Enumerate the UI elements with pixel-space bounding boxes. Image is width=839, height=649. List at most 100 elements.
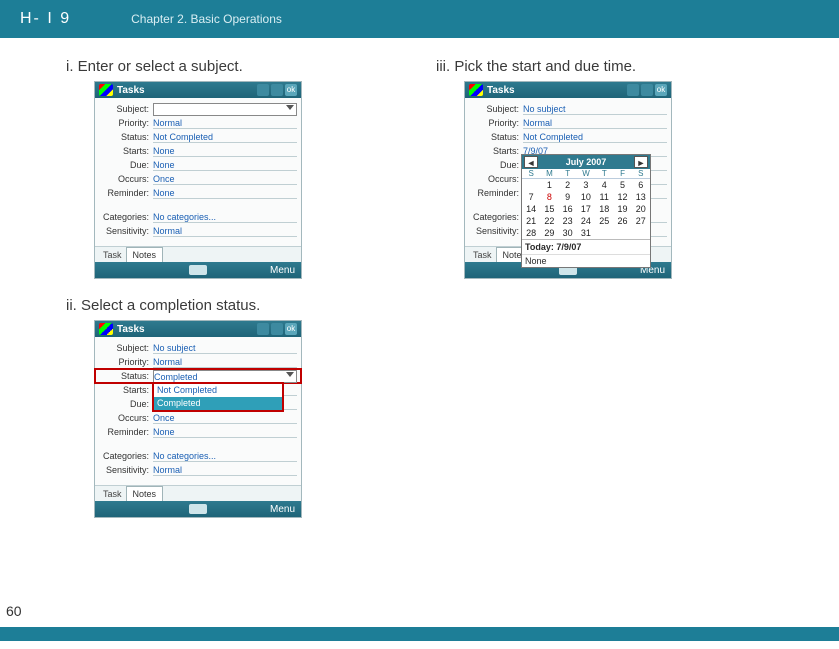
calendar-grid[interactable]: 123456 78910111213 14151617181920 212223… — [522, 179, 650, 239]
step-i: i. Enter or select a subject. Tasks ok S… — [66, 58, 368, 279]
app-title: Tasks — [117, 85, 257, 96]
calendar-none[interactable]: None — [522, 254, 650, 267]
occurs-value[interactable]: Once — [153, 173, 297, 185]
start-flag-icon[interactable] — [99, 323, 113, 335]
priority-value[interactable]: Normal — [153, 117, 297, 129]
keyboard-icon[interactable] — [189, 265, 207, 275]
tab-task[interactable]: Task — [99, 248, 126, 262]
sensitivity-label: Sensitivity: — [99, 465, 153, 475]
screenshot-ii: Tasks ok Subject:No subject Priority:Nor… — [94, 320, 302, 518]
ok-button[interactable]: ok — [285, 323, 297, 335]
app-title: Tasks — [487, 85, 627, 96]
sensitivity-value[interactable]: Normal — [153, 464, 297, 476]
status-dropdown-popup[interactable]: Not Completed Completed — [153, 383, 283, 411]
status-label: Status: — [99, 371, 153, 381]
product-logo: H- I 9 — [20, 10, 71, 28]
status-option-not-completed[interactable]: Not Completed — [154, 384, 282, 397]
footer-bar — [0, 627, 839, 641]
reminder-value[interactable]: None — [153, 187, 297, 199]
sensitivity-label: Sensitivity: — [469, 226, 523, 236]
chapter-title: Chapter 2. Basic Operations — [131, 12, 282, 26]
priority-value[interactable]: Normal — [523, 117, 667, 129]
signal-icon — [257, 84, 269, 96]
right-column: iii. Pick the start and due time. Tasks … — [436, 58, 738, 536]
reminder-label: Reminder: — [99, 188, 153, 198]
due-value[interactable]: None — [153, 159, 297, 171]
status-value[interactable]: Not Completed — [153, 131, 297, 143]
volume-icon — [271, 84, 283, 96]
step-i-caption: i. Enter or select a subject. — [66, 58, 368, 75]
menu-button[interactable]: Menu — [270, 504, 295, 515]
tab-notes[interactable]: Notes — [126, 486, 164, 501]
subject-input[interactable] — [153, 103, 297, 116]
volume-icon — [271, 323, 283, 335]
start-flag-icon[interactable] — [469, 84, 483, 96]
categories-value[interactable]: No categories... — [153, 211, 297, 223]
occurs-value[interactable]: Once — [153, 412, 297, 424]
menu-button[interactable]: Menu — [270, 265, 295, 276]
status-label: Status: — [469, 132, 523, 142]
starts-label: Starts: — [99, 146, 153, 156]
titlebar: Tasks ok — [95, 82, 301, 98]
sensitivity-value[interactable]: Normal — [153, 225, 297, 237]
status-option-completed[interactable]: Completed — [154, 397, 282, 410]
signal-icon — [627, 84, 639, 96]
subject-label: Subject: — [99, 104, 153, 114]
left-column: i. Enter or select a subject. Tasks ok S… — [66, 58, 368, 536]
page-number: 60 — [6, 603, 22, 619]
status-dropdown[interactable]: Completed — [153, 370, 297, 383]
screenshot-iii: Tasks ok Subject:No subject Priority:Nor… — [464, 81, 672, 279]
step-iii-caption: iii. Pick the start and due time. — [436, 58, 738, 75]
chevron-down-icon[interactable] — [286, 105, 294, 110]
date-picker-popup[interactable]: ◄ July 2007 ► SMTWTFS 123456 78910111213… — [521, 154, 651, 268]
reminder-label: Reminder: — [469, 188, 523, 198]
ok-button[interactable]: ok — [285, 84, 297, 96]
screenshot-i: Tasks ok Subject: Priority:Normal Status… — [94, 81, 302, 279]
starts-label: Starts: — [469, 146, 523, 156]
step-iii: iii. Pick the start and due time. Tasks … — [436, 58, 738, 279]
calendar-dow: SMTWTFS — [522, 169, 650, 179]
keyboard-icon[interactable] — [189, 504, 207, 514]
status-label: Status: — [99, 132, 153, 142]
step-ii: ii. Select a completion status. Tasks ok… — [66, 297, 368, 518]
occurs-label: Occurs: — [99, 174, 153, 184]
priority-label: Priority: — [99, 118, 153, 128]
reminder-value[interactable]: None — [153, 426, 297, 438]
chevron-down-icon[interactable] — [286, 372, 294, 377]
tab-task[interactable]: Task — [99, 487, 126, 501]
subject-value[interactable]: No subject — [523, 103, 667, 115]
priority-value[interactable]: Normal — [153, 356, 297, 368]
volume-icon — [641, 84, 653, 96]
due-label: Due: — [469, 160, 523, 170]
calendar-today[interactable]: Today: 7/9/07 — [522, 239, 650, 254]
app-title: Tasks — [117, 324, 257, 335]
due-label: Due: — [99, 399, 153, 409]
reminder-label: Reminder: — [99, 427, 153, 437]
categories-label: Categories: — [99, 451, 153, 461]
prev-month-button[interactable]: ◄ — [524, 156, 538, 168]
step-ii-caption: ii. Select a completion status. — [66, 297, 368, 314]
priority-label: Priority: — [469, 118, 523, 128]
occurs-label: Occurs: — [99, 413, 153, 423]
start-flag-icon[interactable] — [99, 84, 113, 96]
titlebar: Tasks ok — [95, 321, 301, 337]
signal-icon — [257, 323, 269, 335]
titlebar: Tasks ok — [465, 82, 671, 98]
tab-task[interactable]: Task — [469, 248, 496, 262]
priority-label: Priority: — [99, 357, 153, 367]
tab-notes[interactable]: Notes — [126, 247, 164, 262]
categories-value[interactable]: No categories... — [153, 450, 297, 462]
calendar-month: July 2007 — [540, 157, 632, 167]
subject-value[interactable]: No subject — [153, 342, 297, 354]
page-body: i. Enter or select a subject. Tasks ok S… — [0, 38, 839, 649]
ok-button[interactable]: ok — [655, 84, 667, 96]
status-value[interactable]: Not Completed — [523, 131, 667, 143]
occurs-label: Occurs: — [469, 174, 523, 184]
top-bar: H- I 9 Chapter 2. Basic Operations — [0, 0, 839, 38]
next-month-button[interactable]: ► — [634, 156, 648, 168]
starts-value[interactable]: None — [153, 145, 297, 157]
starts-label: Starts: — [99, 385, 153, 395]
categories-label: Categories: — [469, 212, 523, 222]
subject-label: Subject: — [469, 104, 523, 114]
sensitivity-label: Sensitivity: — [99, 226, 153, 236]
